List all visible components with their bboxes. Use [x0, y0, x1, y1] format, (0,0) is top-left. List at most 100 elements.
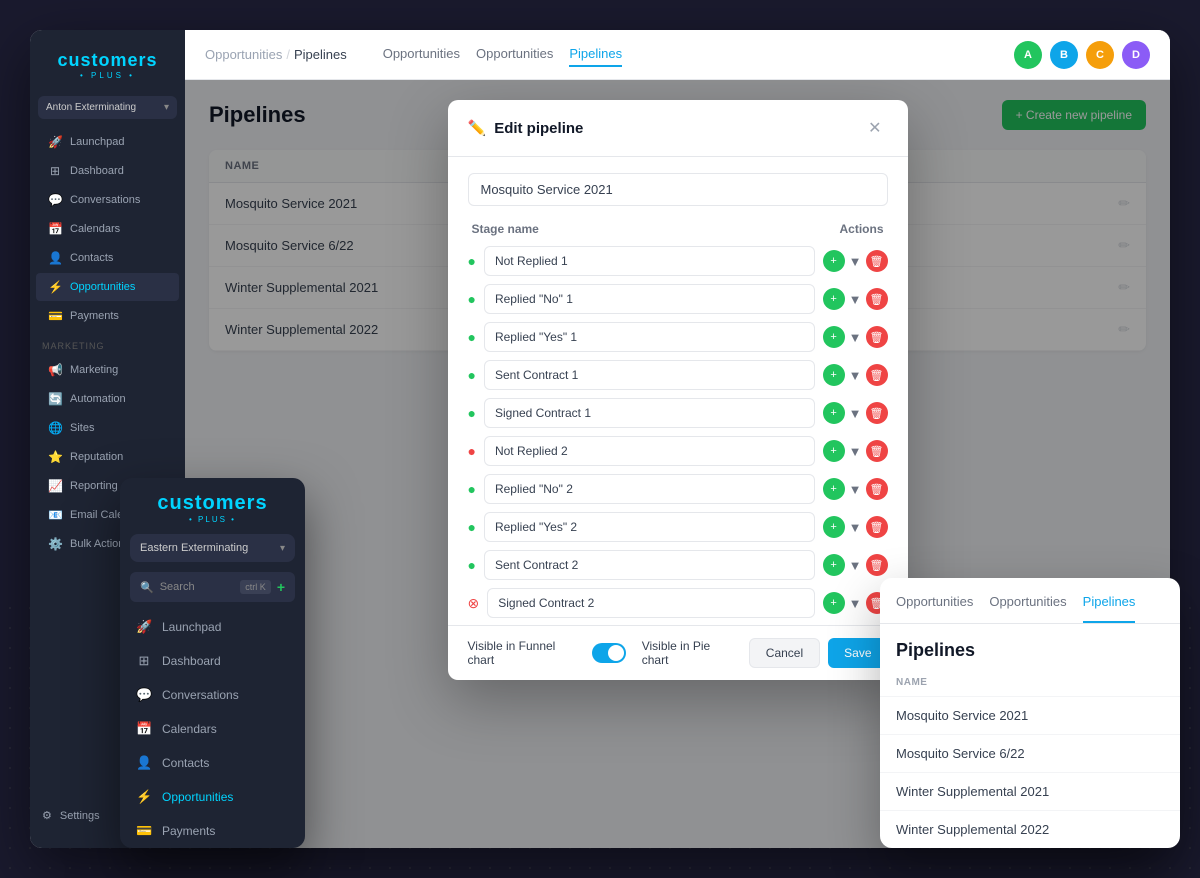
stage-add-button[interactable]: +: [823, 288, 845, 310]
mini-sidebar-item-launchpad[interactable]: 🚀 Launchpad: [120, 610, 305, 644]
stage-delete-button[interactable]: 🗑: [866, 554, 888, 576]
stage-filter-icon[interactable]: ▼: [849, 292, 862, 307]
mini-table-row[interactable]: Mosquito Service 2021: [880, 697, 1180, 735]
modal-close-button[interactable]: ✕: [862, 116, 887, 140]
mini-sidebar-item-calendars[interactable]: 📅 Calendars: [120, 712, 305, 746]
avatar-2: B: [1050, 41, 1078, 69]
sidebar-item-conversations[interactable]: 💬 Conversations: [36, 186, 179, 214]
mini-account-selector[interactable]: Eastern Exterminating ▾: [130, 534, 295, 562]
sidebar-item-marketing[interactable]: 📢 Marketing: [36, 356, 179, 384]
stage-filter-icon[interactable]: ▼: [849, 254, 862, 269]
stage-delete-button[interactable]: 🗑: [866, 478, 888, 500]
sidebar-item-payments[interactable]: 💳 Payments: [36, 302, 179, 330]
stage-input[interactable]: [484, 550, 815, 580]
stage-input[interactable]: [484, 246, 815, 276]
stage-add-button[interactable]: +: [823, 440, 845, 462]
mini-sidebar-item-dashboard[interactable]: ⊞ Dashboard: [120, 644, 305, 678]
mini-search-placeholder: Search: [160, 581, 235, 593]
funnel-toggle[interactable]: [592, 643, 625, 663]
sidebar-account[interactable]: Anton Exterminating ▾: [38, 96, 177, 119]
cancel-button[interactable]: Cancel: [749, 638, 820, 668]
sidebar-item-label: Automation: [70, 393, 126, 405]
mini-pipeline-name: Mosquito Service 6/22: [896, 746, 1025, 761]
save-button[interactable]: Save: [828, 638, 887, 668]
mini-nav-label: Contacts: [162, 756, 209, 770]
stage-delete-button[interactable]: 🗑: [866, 288, 888, 310]
sidebar-item-label: Dashboard: [70, 165, 124, 177]
stage-add-button[interactable]: +: [823, 402, 845, 424]
mini-table-header: Name: [880, 669, 1180, 697]
mini-search-bar[interactable]: 🔍 Search ctrl K +: [130, 572, 295, 602]
stage-filter-icon[interactable]: ▼: [849, 406, 862, 421]
sidebar-item-sites[interactable]: 🌐 Sites: [36, 414, 179, 442]
mini-pipeline-name: Winter Supplemental 2021: [896, 784, 1049, 799]
stage-delete-button[interactable]: 🗑: [866, 516, 888, 538]
sidebar-item-reputation[interactable]: ⭐ Reputation: [36, 443, 179, 471]
sidebar-item-opportunities[interactable]: ⚡ Opportunities: [36, 273, 179, 301]
stage-add-button[interactable]: +: [823, 592, 845, 614]
mini-table-row[interactable]: Winter Supplemental 2021: [880, 773, 1180, 811]
stage-delete-button[interactable]: 🗑: [866, 250, 888, 272]
stage-check-icon: ●: [468, 557, 476, 573]
contacts-icon: 👤: [136, 755, 152, 771]
stage-row: ● + ▼ 🗑: [468, 550, 888, 580]
mini-table-row[interactable]: Winter Supplemental 2022: [880, 811, 1180, 848]
stage-check-icon: ●: [468, 253, 476, 269]
stage-input[interactable]: [484, 284, 815, 314]
mini-nav-label: Launchpad: [162, 620, 221, 634]
stage-filter-icon[interactable]: ▼: [849, 482, 862, 497]
sidebar-item-automation[interactable]: 🔄 Automation: [36, 385, 179, 413]
stage-check-icon: ●: [468, 443, 476, 459]
stage-filter-icon[interactable]: ▼: [849, 330, 862, 345]
stage-add-button[interactable]: +: [823, 478, 845, 500]
stage-row: ● + ▼ 🗑: [468, 398, 888, 428]
stage-add-button[interactable]: +: [823, 250, 845, 272]
sidebar-item-launchpad[interactable]: 🚀 Launchpad: [36, 128, 179, 156]
mini-tab-opportunities2[interactable]: Opportunities: [989, 594, 1066, 623]
mini-pipelines-panel: Opportunities Opportunities Pipelines Pi…: [880, 578, 1180, 848]
modal-title: ✏️ Edit pipeline: [468, 119, 584, 137]
stage-filter-icon[interactable]: ▼: [849, 444, 862, 459]
stage-filter-icon[interactable]: ▼: [849, 596, 862, 611]
sidebar-logo: customers • PLUS •: [30, 42, 185, 96]
stage-input[interactable]: [487, 588, 814, 618]
stage-check-icon: ●: [468, 329, 476, 345]
mini-sidebar: customers • PLUS • Eastern Exterminating…: [120, 478, 305, 848]
calendars-icon: 📅: [136, 721, 152, 737]
mini-table-row[interactable]: Mosquito Service 6/22: [880, 735, 1180, 773]
stage-input[interactable]: [484, 398, 815, 428]
mini-sidebar-item-opportunities[interactable]: ⚡ Opportunities: [120, 780, 305, 814]
stage-delete-button[interactable]: 🗑: [866, 364, 888, 386]
sidebar-item-dashboard[interactable]: ⊞ Dashboard: [36, 157, 179, 185]
stage-input[interactable]: [484, 436, 815, 466]
stage-add-button[interactable]: +: [823, 364, 845, 386]
stage-add-button[interactable]: +: [823, 326, 845, 348]
stage-check-icon: ●: [468, 291, 476, 307]
tab-opportunities[interactable]: Opportunities: [383, 42, 460, 67]
stage-filter-icon[interactable]: ▼: [849, 558, 862, 573]
stage-delete-button[interactable]: 🗑: [866, 402, 888, 424]
stage-add-button[interactable]: +: [823, 554, 845, 576]
tab-opportunities2[interactable]: Opportunities: [476, 42, 553, 67]
stage-filter-icon[interactable]: ▼: [849, 368, 862, 383]
stage-input[interactable]: [484, 512, 815, 542]
tab-pipelines[interactable]: Pipelines: [569, 42, 622, 67]
stage-input[interactable]: [484, 360, 815, 390]
stage-add-button[interactable]: +: [823, 516, 845, 538]
pipeline-name-input[interactable]: [468, 173, 888, 206]
mini-nav-label: Dashboard: [162, 654, 221, 668]
stage-delete-button[interactable]: 🗑: [866, 326, 888, 348]
sidebar-item-contacts[interactable]: 👤 Contacts: [36, 244, 179, 272]
stage-filter-icon[interactable]: ▼: [849, 520, 862, 535]
mini-tab-pipelines[interactable]: Pipelines: [1083, 594, 1136, 623]
mini-sidebar-item-payments[interactable]: 💳 Payments: [120, 814, 305, 848]
sidebar-item-calendars[interactable]: 📅 Calendars: [36, 215, 179, 243]
stage-input[interactable]: [484, 322, 815, 352]
opportunities-icon: ⚡: [48, 280, 62, 294]
mini-sidebar-item-conversations[interactable]: 💬 Conversations: [120, 678, 305, 712]
stage-delete-button[interactable]: 🗑: [866, 440, 888, 462]
mini-tab-opportunities[interactable]: Opportunities: [896, 594, 973, 623]
stage-actions: + ▼ 🗑: [823, 478, 888, 500]
mini-sidebar-item-contacts[interactable]: 👤 Contacts: [120, 746, 305, 780]
stage-input[interactable]: [484, 474, 815, 504]
